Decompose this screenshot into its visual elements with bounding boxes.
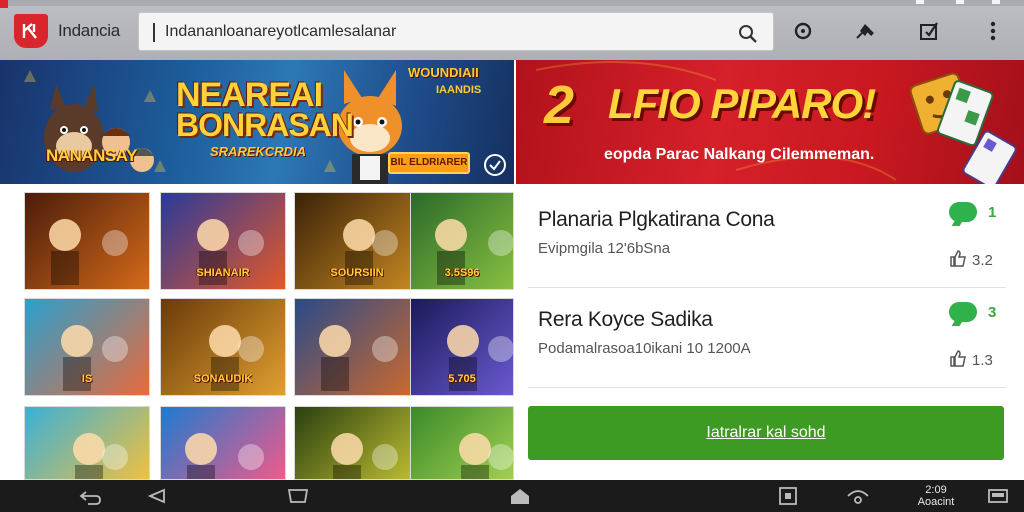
thumbs-up-icon[interactable]	[948, 348, 968, 368]
pin-icon	[856, 24, 874, 39]
search-icon[interactable]	[737, 22, 759, 44]
promo-banner-left[interactable]: NANANSAY NEAREAI BONRASAN SRAREKCRDIA WO…	[0, 60, 514, 184]
recents-icon[interactable]	[286, 486, 310, 506]
top-strip	[0, 0, 1024, 6]
banner-right-subtitle: eopda Parac Nalkang Cilemmeman.	[604, 146, 875, 163]
clock-label: Aoacint	[917, 496, 955, 508]
game-tile-art	[185, 433, 264, 479]
game-tile-art	[459, 433, 513, 479]
game-tile-art	[319, 325, 398, 391]
game-tile[interactable]: SOURSIIN	[294, 192, 420, 290]
banner-right-number: 2	[544, 75, 575, 135]
banner-left-subtitle: SRAREKCRDIA	[210, 144, 307, 159]
promo-banner-right[interactable]: 2 LFIO PIPARO! eopda Parac Nalkang Cilem…	[516, 60, 1024, 184]
banner-character-name: NANANSAY	[46, 146, 137, 165]
game-tile[interactable]: SONAUDIK	[160, 298, 286, 396]
game-tile-art	[73, 433, 128, 479]
list-item-title[interactable]: Planaria Plgkatirana Cona	[538, 208, 775, 232]
banner-left-cta-button[interactable]: BIL ELDRIARER	[388, 152, 470, 174]
brand-name: Indancia	[58, 21, 120, 40]
share-icon	[920, 22, 938, 40]
screenshot-icon[interactable]	[776, 486, 800, 506]
game-tile[interactable]	[24, 192, 150, 290]
back-icon[interactable]	[78, 486, 102, 506]
banner-corner-title: WOUNDIAII	[408, 65, 479, 80]
game-tile[interactable]	[24, 406, 150, 480]
share-button[interactable]	[916, 18, 942, 44]
game-tile-art	[331, 433, 398, 479]
status-clock: 2:09 Aoacint	[912, 484, 960, 508]
game-tile[interactable]	[410, 406, 514, 480]
back-arrow-icon[interactable]	[144, 486, 168, 506]
wifi-icon[interactable]	[846, 486, 870, 506]
brand-logo[interactable]	[14, 14, 48, 48]
brand-logo-icon	[22, 23, 37, 39]
refresh-icon	[794, 22, 812, 40]
game-tile[interactable]: 5.705	[410, 298, 514, 396]
game-tile-label: 3.5S96	[444, 267, 480, 279]
clock-time: 2:09	[925, 484, 947, 496]
game-tile[interactable]: SHIANAIR	[160, 192, 286, 290]
list-item-meta: Evipmgila 12'6bSna	[538, 240, 671, 257]
game-tile[interactable]	[160, 406, 286, 480]
game-tile-label: SONAUDIK	[193, 373, 253, 385]
battery-icon[interactable]	[986, 486, 1010, 506]
list-item-title[interactable]: Rera Koyce Sadika	[538, 308, 713, 332]
banner-right-title: LFIO PIPARO!	[608, 80, 876, 127]
refresh-button[interactable]	[790, 18, 816, 44]
primary-action-button[interactable]: Iatralrar kal sohd	[528, 406, 1004, 460]
address-bar[interactable]: Indananloanareyotlcamlesalanar	[138, 12, 774, 51]
comment-count: 3	[988, 304, 997, 321]
home-icon[interactable]	[508, 486, 532, 506]
list-item-meta: Podamalrasoa10ikani 10 1200A	[538, 340, 751, 357]
check-icon[interactable]	[484, 154, 506, 176]
game-tile-label: SHIANAIR	[196, 267, 250, 279]
game-tile-label: SOURSIIN	[330, 267, 384, 279]
list-item[interactable]: Planaria Plgkatirana Cona Evipmgila 12'6…	[528, 188, 1006, 288]
window-controls	[916, 0, 1000, 4]
game-tile[interactable]	[294, 298, 420, 396]
text-caret	[153, 23, 155, 42]
banner-corner-subtitle: IAANDIS	[436, 84, 482, 96]
game-tile-label: 5.705	[448, 373, 476, 385]
game-tile-art	[49, 219, 128, 285]
like-count: 1.3	[972, 352, 993, 369]
game-tile[interactable]: IS	[24, 298, 150, 396]
game-grid: SHIANAIR SOURSIIN 3.5S96 IS SONAUDIK 5.705	[24, 192, 518, 480]
game-tile-label: IS	[81, 373, 93, 385]
bookmark-button[interactable]	[852, 18, 878, 44]
banner-left-title: NEAREAI BONRASAN	[176, 78, 354, 143]
game-tile[interactable]: 3.5S96	[410, 192, 514, 290]
comment-count: 1	[988, 204, 997, 221]
banner-left-title-line2: BONRASAN	[176, 107, 354, 143]
list-item[interactable]: Rera Koyce Sadika Podamalrasoa10ikani 10…	[528, 288, 1006, 388]
menu-button[interactable]	[980, 18, 1006, 44]
like-count: 3.2	[972, 252, 993, 269]
more-vert-icon	[990, 21, 996, 41]
system-nav-bar	[0, 480, 1024, 512]
url-text: Indananloanareyotlcamlesalanar	[165, 23, 397, 40]
game-tile[interactable]	[294, 406, 420, 480]
thumbs-up-icon[interactable]	[948, 248, 968, 268]
red-corner-indicator	[0, 0, 8, 8]
